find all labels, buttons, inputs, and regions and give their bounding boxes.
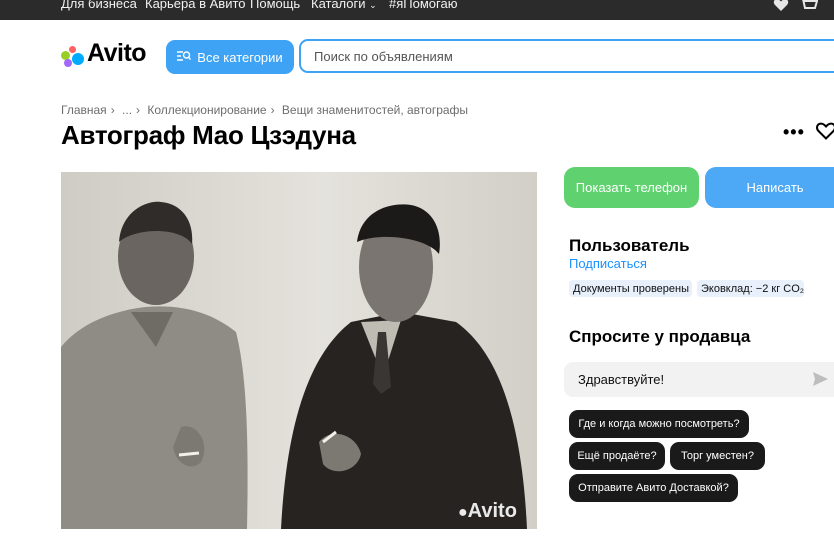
breadcrumb-separator: › <box>110 103 115 117</box>
logo-text: Avito <box>87 39 147 67</box>
seller-name[interactable]: Пользователь <box>569 236 690 256</box>
eco-contribution-badge: Эковклад: −2 кг CO₂ <box>697 280 804 297</box>
heart-icon[interactable] <box>773 0 789 17</box>
message-input[interactable]: Здравствуйте! <box>564 362 834 397</box>
logo-dot <box>64 59 72 67</box>
breadcrumb: Главная › ... › Коллекционирование › Вещи з… <box>61 103 472 117</box>
listing-photo[interactable] <box>61 172 537 529</box>
quick-question-chip[interactable]: Отправите Авито Доставкой? <box>569 474 738 502</box>
cart-icon[interactable] <box>800 0 819 17</box>
write-message-button[interactable]: Написать <box>705 167 834 208</box>
quick-question-chip[interactable]: Где и когда можно посмотреть? <box>569 410 749 438</box>
search-placeholder: Поиск по объявлениям <box>314 49 453 64</box>
watermark-text: Avito <box>467 500 517 522</box>
breadcrumb-separator: › <box>136 103 141 117</box>
logo-dot <box>72 53 84 65</box>
top-bar: Для бизнеса Карьера в Авито Помощь Катал… <box>0 0 834 20</box>
logo-dot <box>69 46 76 53</box>
topbar-link-help[interactable]: Помощь <box>250 0 300 11</box>
all-categories-button[interactable]: Все категории <box>166 40 294 74</box>
show-phone-button[interactable]: Показать телефон <box>564 167 699 208</box>
send-icon[interactable] <box>813 372 828 391</box>
breadcrumb-separator: › <box>270 103 275 117</box>
topbar-link-business[interactable]: Для бизнеса <box>61 0 137 11</box>
watermark-dots-icon: ● <box>458 504 468 521</box>
chevron-down-icon: ⌄ <box>369 0 377 10</box>
favorite-heart-icon[interactable] <box>816 122 834 145</box>
breadcrumb-home[interactable]: Главная <box>61 103 107 117</box>
more-options-icon[interactable]: ••• <box>783 122 805 143</box>
search-input[interactable]: Поиск по объявлениям <box>299 39 834 73</box>
all-categories-label: Все категории <box>197 49 283 65</box>
page-title: Автограф Мао Цзэдуна <box>61 120 356 150</box>
quick-question-chip[interactable]: Торг уместен? <box>670 442 765 470</box>
topbar-link-i-help[interactable]: #яПомогаю <box>389 0 457 11</box>
subscribe-link[interactable]: Подписаться <box>569 256 647 271</box>
topbar-link-career[interactable]: Карьера в Авито <box>145 0 246 11</box>
breadcrumb-collecting[interactable]: Коллекционирование <box>147 103 266 117</box>
topbar-link-catalogs[interactable]: Каталоги ⌄ <box>311 0 377 11</box>
documents-verified-badge: Документы проверены <box>569 280 692 297</box>
breadcrumb-celebrity-items[interactable]: Вещи знаменитостей, автографы <box>282 103 468 117</box>
breadcrumb-ellipsis[interactable]: ... <box>122 103 132 117</box>
message-input-value: Здравствуйте! <box>578 372 665 387</box>
watermark-logo: ●Avito <box>458 500 517 523</box>
quick-question-chip[interactable]: Ещё продаёте? <box>569 442 665 470</box>
topbar-catalogs-label: Каталоги <box>311 0 366 11</box>
catalog-search-icon <box>177 50 192 65</box>
ask-seller-heading: Спросите у продавца <box>569 327 751 346</box>
